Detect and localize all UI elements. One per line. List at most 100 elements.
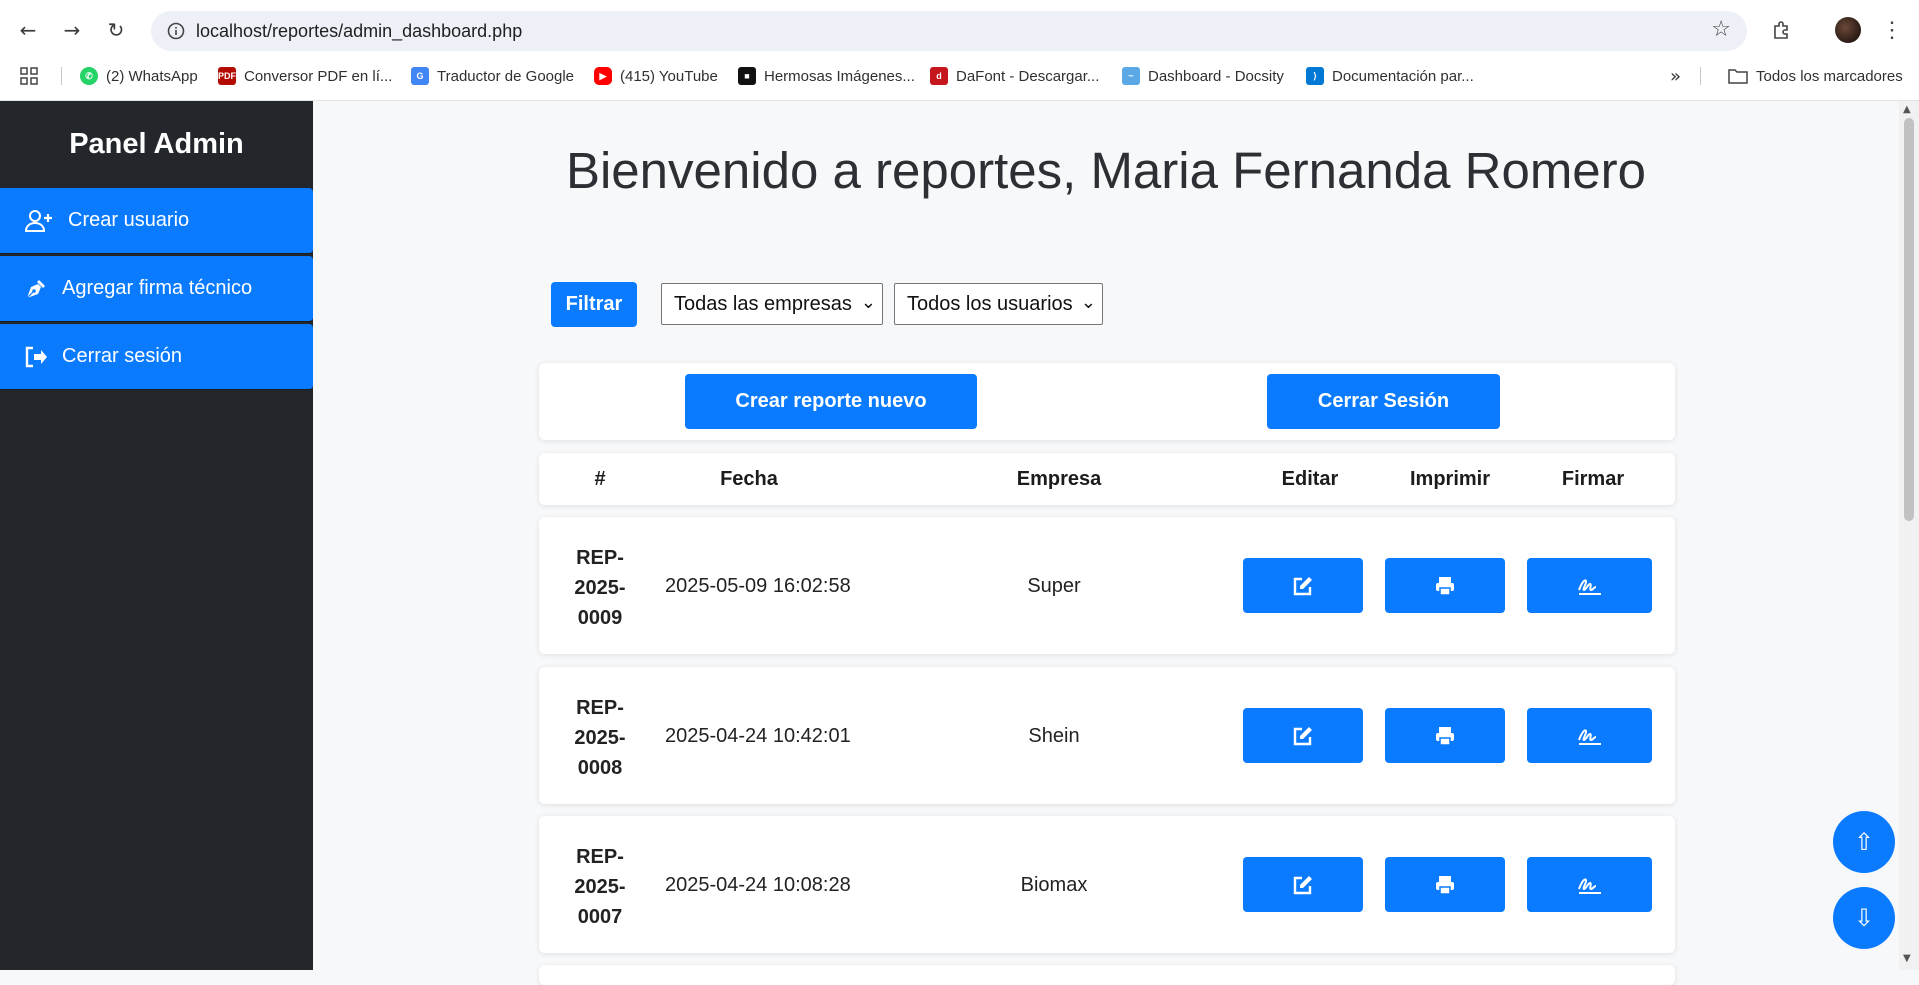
bookmark-whatsapp[interactable]: ✆ (2) WhatsApp xyxy=(80,61,198,91)
print-button[interactable] xyxy=(1385,708,1505,763)
table-row: REP- 2025- 0007 2025-04-24 10:08:28 Biom… xyxy=(539,816,1675,953)
scroll-down-arrow-icon[interactable]: ▼ xyxy=(1903,953,1911,964)
browser-toolbar: ← → ↻ localhost/reportes/admin_dashboard… xyxy=(0,0,1919,101)
user-select-value: Todos los usuarios xyxy=(907,292,1073,315)
profile-avatar[interactable] xyxy=(1832,14,1864,46)
scroll-top-button[interactable]: ⇧ xyxy=(1833,811,1895,873)
sidebar: Panel Admin Crear usuario Agregar firma … xyxy=(0,101,313,970)
sidebar-item-label: Agregar firma técnico xyxy=(62,277,253,299)
edit-button[interactable] xyxy=(1243,857,1363,912)
table-row: REP- 2025- 0009 2025-05-09 16:02:58 Supe… xyxy=(539,517,1675,654)
company-select[interactable]: Todas las empresas ⌄ xyxy=(661,283,883,325)
bookmark-label: (2) WhatsApp xyxy=(106,67,198,85)
sign-out-icon xyxy=(25,346,47,367)
sidebar-item-label: Cerrar sesión xyxy=(62,345,183,367)
bookmark-pdf[interactable]: PDF Conversor PDF en lí... xyxy=(218,61,392,91)
menu-kebab-icon[interactable]: ⋮ xyxy=(1876,14,1908,46)
sidebar-item-agregar-firma[interactable]: Agregar firma técnico xyxy=(0,256,313,322)
scroll-thumb[interactable] xyxy=(1904,118,1914,521)
unsplash-icon: ■ xyxy=(738,67,756,85)
column-header-editar: Editar xyxy=(1281,467,1339,490)
sidebar-item-label: Crear usuario xyxy=(68,209,190,231)
bookmark-label: Documentación par... xyxy=(1332,67,1474,85)
main-content: Bienvenido a reportes, Maria Fernanda Ro… xyxy=(313,101,1899,985)
edit-icon xyxy=(1293,576,1312,595)
sidebar-title: Panel Admin xyxy=(69,128,244,160)
signature-icon xyxy=(1577,728,1601,745)
page-title: Bienvenido a reportes, Maria Fernanda Ro… xyxy=(565,142,1647,199)
report-date: 2025-04-24 10:42:01 xyxy=(665,725,851,747)
report-company: Super xyxy=(1027,575,1081,597)
report-id: REP- 2025- 0008 xyxy=(574,697,626,779)
signature-icon xyxy=(1577,578,1601,595)
site-info-icon[interactable] xyxy=(165,20,187,42)
logout-button[interactable]: Cerrar Sesión xyxy=(1267,374,1500,429)
google-translate-icon: G xyxy=(411,67,429,85)
create-report-button[interactable]: Crear reporte nuevo xyxy=(685,374,977,429)
column-header-imprimir: Imprimir xyxy=(1409,467,1491,490)
print-icon xyxy=(1436,875,1454,895)
all-bookmarks-folder[interactable]: Todos los marcadores xyxy=(1728,61,1903,91)
folder-icon xyxy=(1728,69,1748,84)
edit-icon xyxy=(1293,726,1312,745)
column-header-firmar: Firmar xyxy=(1561,467,1625,490)
bookmarks-separator xyxy=(61,67,62,85)
bookmark-label: DaFont - Descargar... xyxy=(956,67,1100,85)
page-scrollbar[interactable]: ▲ ▼ xyxy=(1899,101,1919,970)
sign-button[interactable] xyxy=(1527,558,1652,613)
sign-button[interactable] xyxy=(1527,708,1652,763)
print-button[interactable] xyxy=(1385,558,1505,613)
actions-card: Crear reporte nuevo Cerrar Sesión xyxy=(539,363,1675,440)
report-company: Biomax xyxy=(1020,874,1088,896)
edit-button[interactable] xyxy=(1243,708,1363,763)
back-icon[interactable]: ← xyxy=(12,14,44,46)
all-bookmarks-label: Todos los marcadores xyxy=(1756,67,1903,85)
filter-button[interactable]: Filtrar xyxy=(551,282,637,327)
vscode-icon: ⟩ xyxy=(1306,67,1324,85)
bookmark-label: Traductor de Google xyxy=(437,67,575,85)
company-select-value: Todas las empresas xyxy=(674,292,852,315)
sidebar-item-crear-usuario[interactable]: Crear usuario xyxy=(0,188,313,254)
bookmark-label: Dashboard - Docsity xyxy=(1148,67,1284,85)
user-plus-icon xyxy=(24,209,52,232)
bookmark-label: Conversor PDF en lí... xyxy=(244,67,393,85)
sidebar-item-cerrar-sesion[interactable]: Cerrar sesión xyxy=(0,324,313,390)
sign-button[interactable] xyxy=(1527,857,1652,912)
bookmark-vscode-docs[interactable]: ⟩ Documentación par... xyxy=(1306,61,1474,91)
edit-button[interactable] xyxy=(1243,558,1363,613)
bookmark-dafont[interactable]: d DaFont - Descargar... xyxy=(930,61,1099,91)
bookmark-label: Hermosas Imágenes... xyxy=(764,67,915,85)
report-id: REP- 2025- 0009 xyxy=(574,547,626,629)
whatsapp-icon: ✆ xyxy=(80,67,98,85)
report-date: 2025-04-24 10:08:28 xyxy=(665,874,851,896)
user-select[interactable]: Todos los usuarios ⌄ xyxy=(894,283,1103,325)
scroll-up-arrow-icon[interactable]: ▲ xyxy=(1903,104,1911,115)
scroll-bottom-button[interactable]: ⇩ xyxy=(1833,887,1895,949)
pdf-icon: PDF xyxy=(218,67,236,85)
column-header-number: # xyxy=(594,467,606,490)
bookmark-docsity[interactable]: ~ Dashboard - Docsity xyxy=(1122,61,1284,91)
bookmarks-bar: ✆ (2) WhatsApp PDF Conversor PDF en lí..… xyxy=(0,61,1919,91)
pen-nib-icon xyxy=(26,279,45,298)
bookmark-star-icon[interactable]: ☆ xyxy=(1711,17,1731,42)
print-icon xyxy=(1436,726,1454,746)
reload-icon[interactable]: ↻ xyxy=(100,14,132,46)
url-text[interactable]: localhost/reportes/admin_dashboard.php xyxy=(196,21,522,42)
more-bookmarks-icon[interactable]: » xyxy=(1670,61,1681,91)
signature-icon xyxy=(1577,877,1601,894)
table-row xyxy=(539,965,1675,985)
table-header: # Fecha Empresa Editar Imprimir Firmar xyxy=(539,453,1675,505)
chevron-down-icon: ⌄ xyxy=(1080,292,1096,313)
edit-icon xyxy=(1293,875,1312,894)
print-button[interactable] xyxy=(1385,857,1505,912)
bookmark-unsplash[interactable]: ■ Hermosas Imágenes... xyxy=(738,61,915,91)
print-icon xyxy=(1436,576,1454,596)
address-bar[interactable]: localhost/reportes/admin_dashboard.php ☆ xyxy=(151,11,1747,51)
chevron-down-icon: ⌄ xyxy=(860,292,876,313)
apps-grid-icon[interactable] xyxy=(20,61,38,91)
bookmark-translate[interactable]: G Traductor de Google xyxy=(411,61,574,91)
forward-icon[interactable]: → xyxy=(56,14,88,46)
dafont-icon: d xyxy=(930,67,948,85)
bookmark-youtube[interactable]: ▶ (415) YouTube xyxy=(594,61,718,91)
extensions-icon[interactable] xyxy=(1766,14,1798,46)
